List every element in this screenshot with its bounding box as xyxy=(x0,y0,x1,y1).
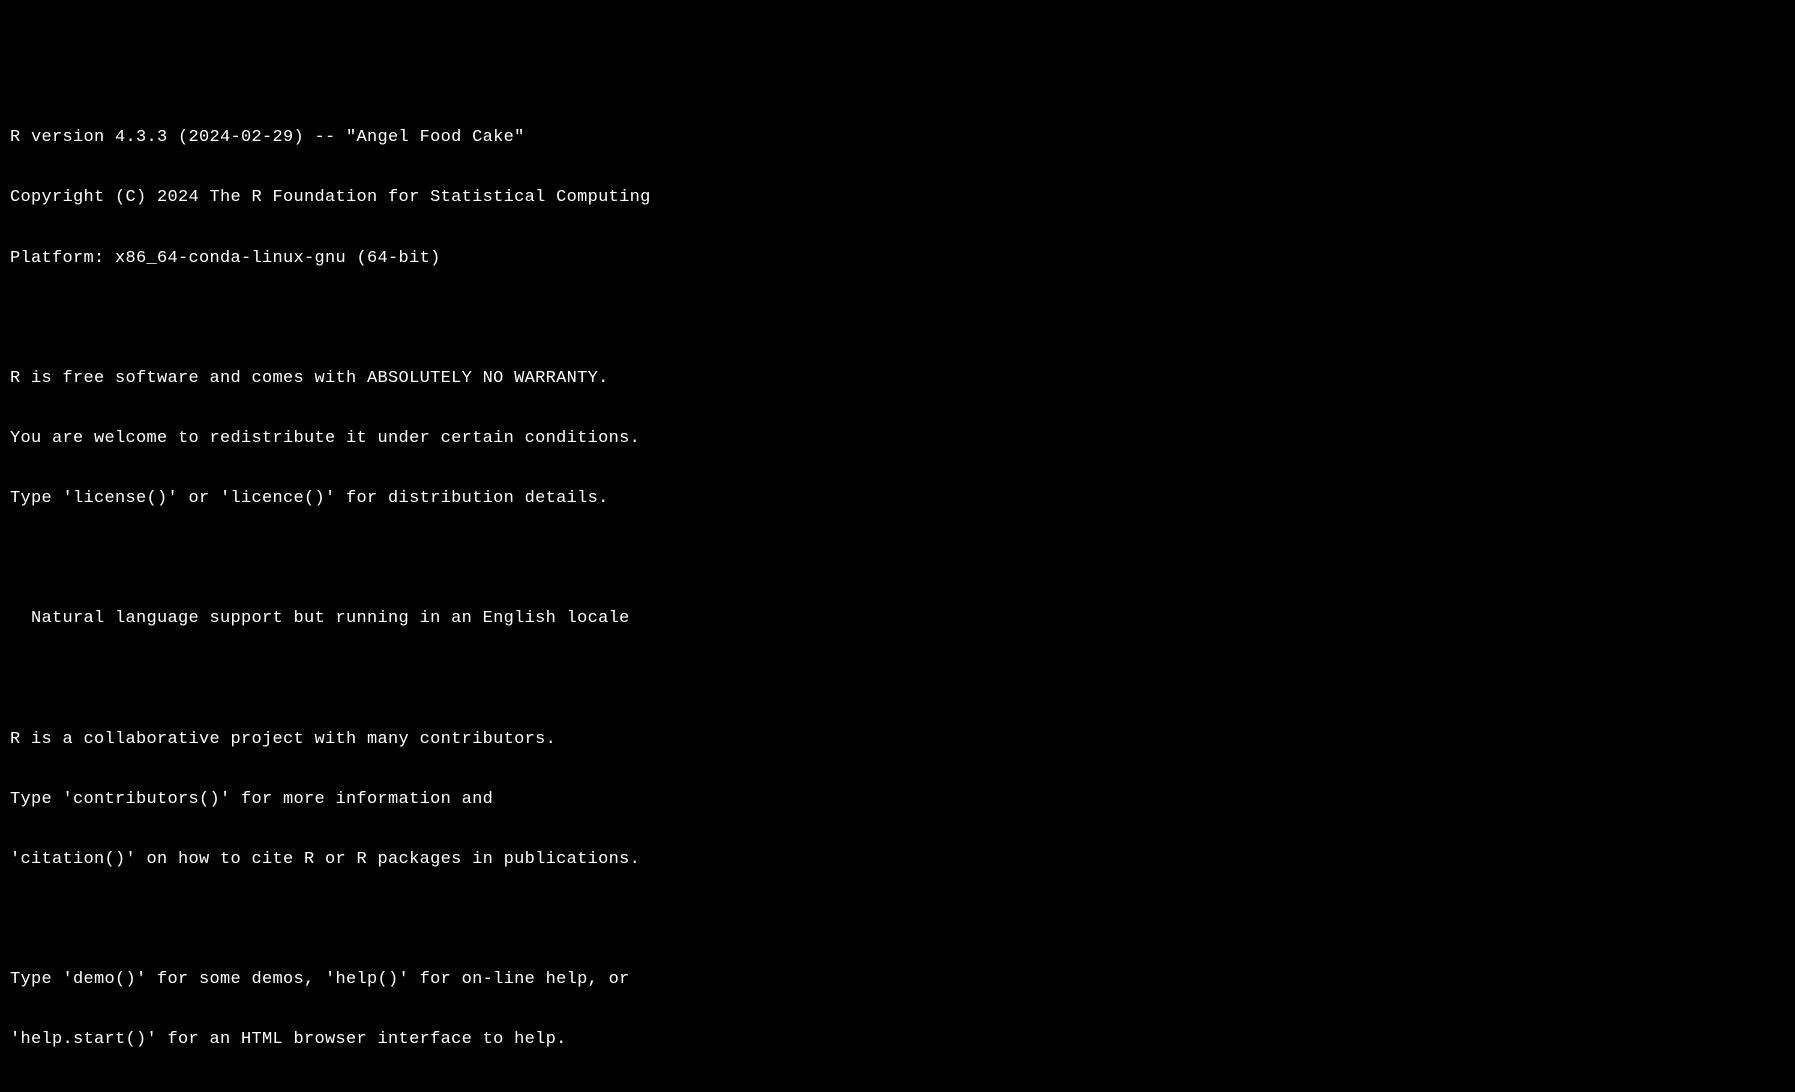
terminal-line: Type 'contributors()' for more informati… xyxy=(10,790,1785,810)
terminal-line: R version 4.3.3 (2024-02-29) -- "Angel F… xyxy=(10,128,1785,148)
terminal-line xyxy=(10,670,1785,690)
terminal-line: Platform: x86_64-conda-linux-gnu (64-bit… xyxy=(10,249,1785,269)
terminal-line: Type 'demo()' for some demos, 'help()' f… xyxy=(10,970,1785,990)
terminal-line: 'help.start()' for an HTML browser inter… xyxy=(10,1030,1785,1050)
terminal-line: You are welcome to redistribute it under… xyxy=(10,429,1785,449)
terminal-line: Copyright (C) 2024 The R Foundation for … xyxy=(10,188,1785,208)
terminal-line: 'citation()' on how to cite R or R packa… xyxy=(10,850,1785,870)
terminal-line xyxy=(10,910,1785,930)
terminal-line: Natural language support but running in … xyxy=(10,609,1785,629)
terminal-line: Type 'q()' to quit R. xyxy=(10,1091,1785,1092)
terminal-line xyxy=(10,549,1785,569)
terminal-line: R is free software and comes with ABSOLU… xyxy=(10,369,1785,389)
r-terminal[interactable]: R version 4.3.3 (2024-02-29) -- "Angel F… xyxy=(10,88,1785,1092)
terminal-line: R is a collaborative project with many c… xyxy=(10,730,1785,750)
terminal-line xyxy=(10,309,1785,329)
terminal-line: Type 'license()' or 'licence()' for dist… xyxy=(10,489,1785,509)
